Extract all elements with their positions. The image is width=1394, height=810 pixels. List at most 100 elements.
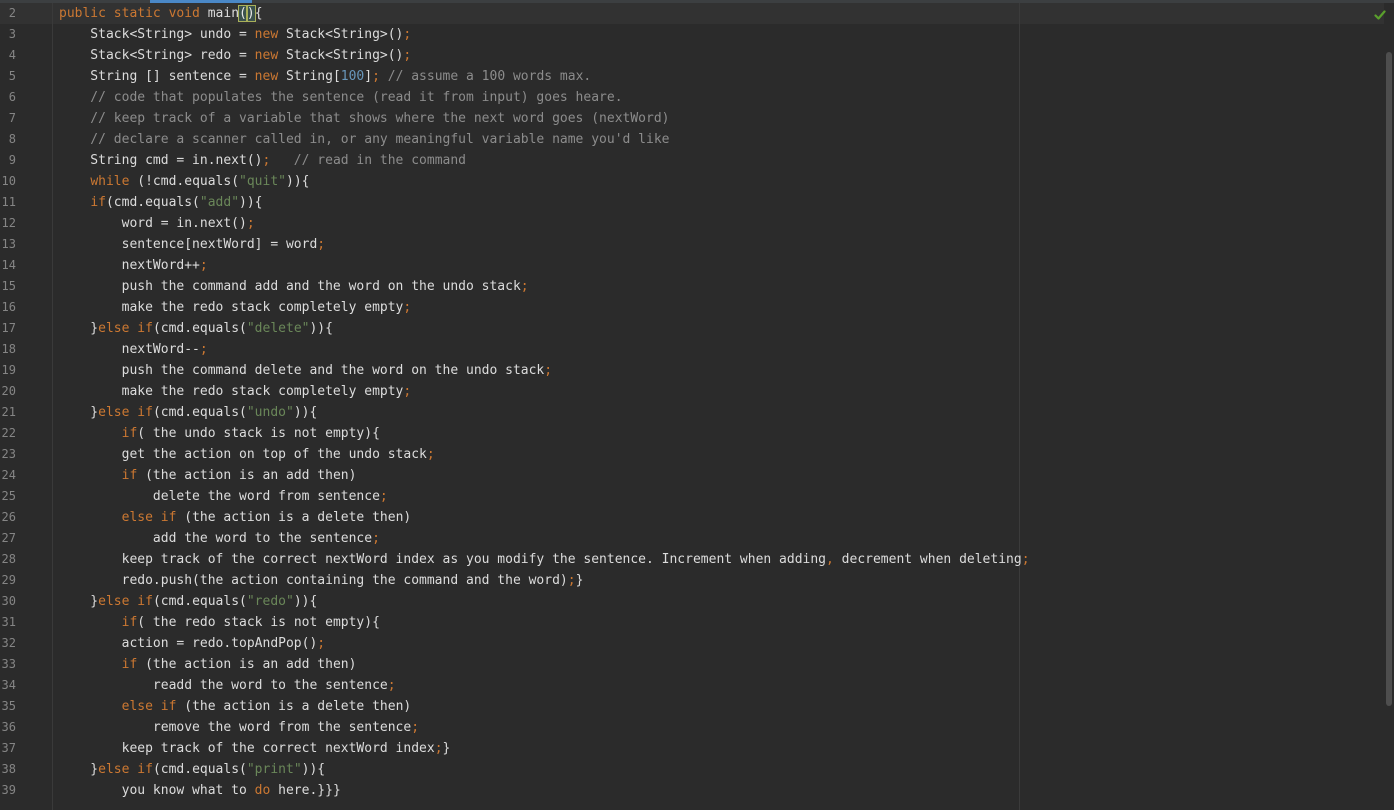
code-token: ; xyxy=(199,342,208,357)
code-token: ; xyxy=(372,531,380,546)
code-line[interactable]: 13 sentence[nextWord] = word; xyxy=(0,234,1384,255)
code-line[interactable]: 15 push the command add and the word on … xyxy=(0,276,1384,297)
code-token: delete the word from sentence xyxy=(59,489,380,504)
code-token: ; xyxy=(403,384,412,399)
code-line[interactable]: 9 String cmd = in.next(); // read in the… xyxy=(0,150,1384,171)
code-token: ; xyxy=(403,300,412,315)
code-text: Stack<String> undo = new Stack<String>()… xyxy=(59,24,411,45)
code-line[interactable]: 33 if (the action is an add then) xyxy=(0,654,1384,675)
code-token: word = in.next() xyxy=(59,216,247,231)
code-line[interactable]: 6 // code that populates the sentence (r… xyxy=(0,87,1384,108)
code-token: readd the word to the sentence xyxy=(59,678,388,693)
code-token: if xyxy=(121,426,138,441)
scrollbar-thumb[interactable] xyxy=(1386,52,1392,706)
code-line[interactable]: 31 if( the redo stack is not empty){ xyxy=(0,612,1384,633)
line-number: 37 xyxy=(1,741,16,755)
code-token: Stack<String> redo = xyxy=(59,48,255,63)
code-line[interactable]: 7 // keep track of a variable that shows… xyxy=(0,108,1384,129)
code-token: ( xyxy=(238,5,248,22)
line-number: 9 xyxy=(8,153,16,167)
code-token: } xyxy=(59,594,99,609)
checkmark-icon[interactable] xyxy=(1374,9,1386,21)
code-line[interactable]: 24 if (the action is an add then) xyxy=(0,465,1384,486)
code-line[interactable]: 8 // declare a scanner called in, or any… xyxy=(0,129,1384,150)
line-number: 27 xyxy=(1,531,16,545)
code-text: remove the word from the sentence; xyxy=(59,717,419,738)
line-number: 13 xyxy=(1,237,16,251)
line-number: 8 xyxy=(8,132,16,146)
line-number: 26 xyxy=(1,510,16,524)
code-token: // declare a scanner called in, or any m… xyxy=(59,132,670,147)
code-token: ; xyxy=(567,573,576,588)
code-token: "redo" xyxy=(246,594,294,609)
code-line[interactable]: 34 readd the word to the sentence; xyxy=(0,675,1384,696)
code-token: (cmd.equals( xyxy=(152,762,247,777)
code-line[interactable]: 10 while (!cmd.equals("quit")){ xyxy=(0,171,1384,192)
code-line[interactable]: 30 }else if(cmd.equals("redo")){ xyxy=(0,591,1384,612)
code-line[interactable]: 39 you know what to do here.}}} xyxy=(0,780,1384,801)
code-line[interactable]: 21 }else if(cmd.equals("undo")){ xyxy=(0,402,1384,423)
code-token: ; xyxy=(520,279,529,294)
code-text: // declare a scanner called in, or any m… xyxy=(59,129,669,150)
code-line[interactable]: 19 push the command delete and the word … xyxy=(0,360,1384,381)
code-line[interactable]: 29 redo.push(the action containing the c… xyxy=(0,570,1384,591)
code-line[interactable]: 32 action = redo.topAndPop(); xyxy=(0,633,1384,654)
code-line[interactable]: 36 remove the word from the sentence; xyxy=(0,717,1384,738)
code-text: make the redo stack completely empty; xyxy=(59,297,412,318)
code-token: ; xyxy=(246,216,255,231)
code-text: push the command delete and the word on … xyxy=(59,360,552,381)
code-line[interactable]: 17 }else if(cmd.equals("delete")){ xyxy=(0,318,1384,339)
code-text: }else if(cmd.equals("undo")){ xyxy=(59,402,317,423)
code-line[interactable]: 18 nextWord--; xyxy=(0,339,1384,360)
code-token: if xyxy=(90,195,106,210)
code-line[interactable]: 11 if(cmd.equals("add")){ xyxy=(0,192,1384,213)
code-line[interactable]: 16 make the redo stack completely empty; xyxy=(0,297,1384,318)
code-text: // code that populates the sentence (rea… xyxy=(59,87,623,108)
code-line[interactable]: 23 get the action on top of the undo sta… xyxy=(0,444,1384,465)
code-token: // code that populates the sentence (rea… xyxy=(59,90,623,105)
code-token: ; xyxy=(199,258,208,273)
code-token: new xyxy=(254,48,286,63)
code-line[interactable]: 22 if( the undo stack is not empty){ xyxy=(0,423,1384,444)
code-token: nextWord++ xyxy=(59,258,200,273)
code-token: // keep track of a variable that shows w… xyxy=(59,111,670,126)
code-text: nextWord++; xyxy=(59,255,208,276)
code-line[interactable]: 5 String [] sentence = new String[100]; … xyxy=(0,66,1384,87)
code-line[interactable]: 20 make the redo stack completely empty; xyxy=(0,381,1384,402)
code-lines[interactable]: 2 public static void main(){3 Stack<Strin… xyxy=(0,3,1384,801)
code-line[interactable]: 38 }else if(cmd.equals("print")){ xyxy=(0,759,1384,780)
code-token: // assume a 100 words max. xyxy=(387,69,592,84)
line-number: 19 xyxy=(1,363,16,377)
code-token: (the action is a delete then) xyxy=(184,510,412,525)
code-token: here.}}} xyxy=(278,783,341,798)
code-token: you know what to xyxy=(59,783,255,798)
code-text: if(cmd.equals("add")){ xyxy=(59,192,262,213)
code-token: if xyxy=(121,468,146,483)
code-line[interactable]: 37 keep track of the correct nextWord in… xyxy=(0,738,1384,759)
code-editor[interactable]: 2 public static void main(){3 Stack<Strin… xyxy=(0,0,1394,810)
code-token: push the command add and the word on the… xyxy=(59,279,521,294)
code-token: main xyxy=(207,6,240,21)
line-number: 5 xyxy=(8,69,16,83)
code-line[interactable]: 14 nextWord++; xyxy=(0,255,1384,276)
code-line[interactable]: 4 Stack<String> redo = new Stack<String>… xyxy=(0,45,1384,66)
code-line[interactable]: 26 else if (the action is a delete then) xyxy=(0,507,1384,528)
code-token: ; xyxy=(379,489,388,504)
code-token: ] xyxy=(364,69,373,84)
code-token: public static void xyxy=(59,6,208,21)
code-line[interactable]: 3 Stack<String> undo = new Stack<String>… xyxy=(0,24,1384,45)
code-line[interactable]: 25 delete the word from sentence; xyxy=(0,486,1384,507)
code-line[interactable]: 27 add the word to the sentence; xyxy=(0,528,1384,549)
line-number: 18 xyxy=(1,342,16,356)
line-number: 15 xyxy=(1,279,16,293)
code-line[interactable]: 12 word = in.next(); xyxy=(0,213,1384,234)
code-line[interactable]: 35 else if (the action is a delete then) xyxy=(0,696,1384,717)
code-token: ( the undo stack is not empty){ xyxy=(137,426,380,441)
code-line[interactable]: 28 keep track of the correct nextWord in… xyxy=(0,549,1384,570)
line-number: 14 xyxy=(1,258,16,272)
code-token: do xyxy=(254,783,279,798)
code-line[interactable]: 2 public static void main(){ xyxy=(0,3,1384,24)
